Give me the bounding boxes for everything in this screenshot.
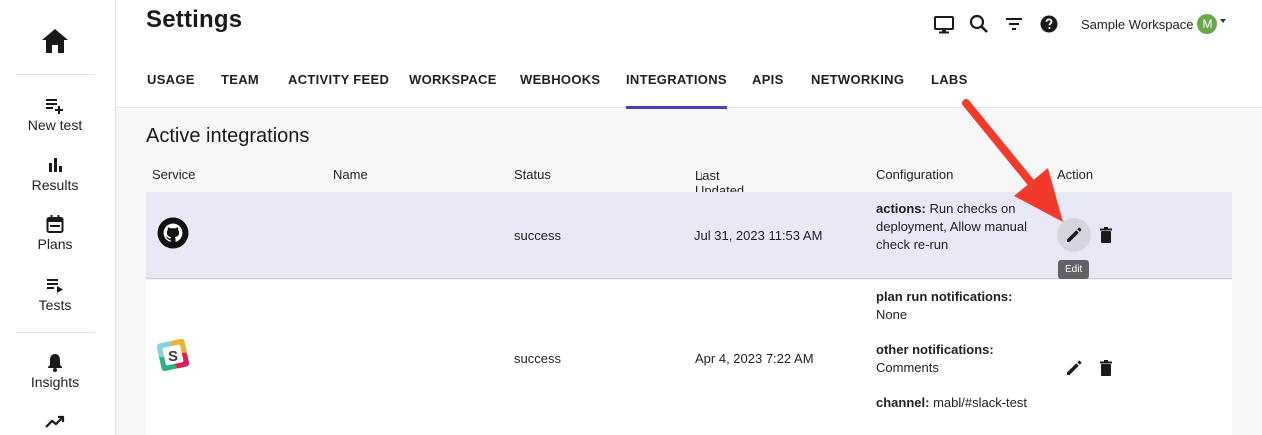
github-icon [157, 217, 189, 252]
nav-item-label: Insights [30, 374, 80, 390]
tab-webhooks[interactable]: WEBHOOKS [520, 72, 600, 87]
tab-activity-feed[interactable]: ACTIVITY FEED [288, 72, 389, 87]
workspace-switcher[interactable]: Sample Workspace M [1081, 14, 1227, 34]
column-header-action: Action [1057, 167, 1094, 182]
pencil-icon [1067, 360, 1082, 375]
integration-configuration: plan run notifications: None other notif… [876, 288, 1056, 412]
workspace-name: Sample Workspace [1081, 16, 1194, 32]
left-navigation: New test Results Plans Tests Insights [0, 0, 116, 435]
tab-usage[interactable]: USAGE [147, 72, 195, 87]
pencil-icon [1067, 227, 1082, 242]
test-list-icon [44, 274, 66, 296]
filter-icon[interactable] [1003, 13, 1025, 35]
nav-item-results[interactable]: Results [0, 154, 110, 193]
config-value: None [876, 307, 908, 322]
config-entry: plan run notifications: [876, 288, 1056, 306]
tab-integrations[interactable]: INTEGRATIONS [626, 72, 727, 109]
nav-item-new-test[interactable]: New test [0, 94, 110, 133]
delete-button[interactable] [1094, 356, 1118, 380]
column-header-status: Status [514, 167, 551, 182]
page-title: Settings [146, 6, 243, 33]
column-header-name: Name [333, 167, 368, 182]
nav-item-trends[interactable] [0, 411, 110, 433]
edit-tooltip: Edit [1058, 260, 1090, 279]
table-row[interactable]: success Jul 31, 2023 11:53 AM actions: R… [146, 192, 1232, 279]
tab-networking[interactable]: NETWORKING [811, 72, 904, 87]
config-key: actions: [876, 201, 926, 216]
tab-team[interactable]: TEAM [221, 72, 259, 87]
config-key: plan run notifications: [876, 289, 1013, 304]
trash-icon [1100, 227, 1112, 243]
integration-configuration: actions: Run checks on deployment, Allow… [876, 200, 1051, 254]
avatar: M [1197, 14, 1218, 34]
nav-item-label: Tests [38, 297, 72, 313]
trash-icon [1100, 360, 1112, 376]
nav-item-tests[interactable]: Tests [0, 274, 110, 313]
tab-workspace[interactable]: WORKSPACE [409, 72, 497, 87]
column-header-service: Service [152, 167, 196, 182]
config-value: mabl/#slack-test [933, 395, 1028, 410]
sort-arrow-icon: ↓ [698, 168, 705, 183]
nav-item-plans[interactable]: Plans [0, 213, 110, 252]
calendar-icon [44, 213, 66, 235]
tab-labs[interactable]: LABS [931, 72, 968, 87]
monitor-icon[interactable] [933, 13, 955, 35]
help-icon[interactable] [1038, 13, 1060, 35]
config-entry: channel: mabl/#slack-test [876, 394, 1056, 412]
edit-button[interactable] [1062, 356, 1086, 380]
svg-text:S: S [168, 348, 178, 365]
config-value: Comments [876, 360, 939, 375]
integration-status: success [514, 351, 561, 366]
config-key: other notifications: [876, 342, 994, 357]
slack-icon: S [156, 338, 190, 374]
integration-status: success [514, 228, 561, 243]
nav-item-label: Plans [37, 236, 73, 252]
bell-icon [44, 351, 66, 373]
integration-last-updated: Jul 31, 2023 11:53 AM [694, 228, 823, 243]
tab-apis[interactable]: APIS [752, 72, 784, 87]
trending-up-icon [44, 411, 66, 433]
settings-tabs: USAGE TEAM ACTIVITY FEED WORKSPACE WEBHO… [116, 62, 1262, 109]
column-header-configuration: Configuration [876, 167, 954, 182]
config-key: channel: [876, 395, 930, 410]
main-area: Settings Sample Workspace M USAGE TEAM A… [116, 0, 1262, 435]
home-icon[interactable] [38, 26, 72, 56]
bar-chart-icon [44, 154, 66, 176]
nav-divider [16, 332, 95, 333]
delete-button[interactable] [1094, 223, 1118, 247]
search-icon[interactable] [968, 13, 990, 35]
nav-item-insights[interactable]: Insights [0, 351, 110, 390]
config-entry: other notifications: [876, 341, 1056, 359]
table-header: Service Name Status Last Updated ↓ Confi… [146, 166, 1232, 198]
caret-down-icon [1220, 19, 1227, 23]
new-test-icon [44, 94, 66, 116]
nav-divider [16, 74, 95, 75]
nav-item-label: New test [27, 117, 83, 133]
nav-item-label: Results [31, 177, 79, 193]
header-toolbar: Sample Workspace M [933, 12, 1227, 36]
table-row[interactable]: S success Apr 4, 2023 7:22 AM plan run n… [146, 280, 1232, 435]
integration-last-updated: Apr 4, 2023 7:22 AM [695, 351, 814, 366]
integrations-panel: Active integrations Service Name Status … [116, 109, 1262, 435]
edit-button[interactable] [1057, 218, 1091, 252]
section-title: Active integrations [146, 125, 310, 147]
